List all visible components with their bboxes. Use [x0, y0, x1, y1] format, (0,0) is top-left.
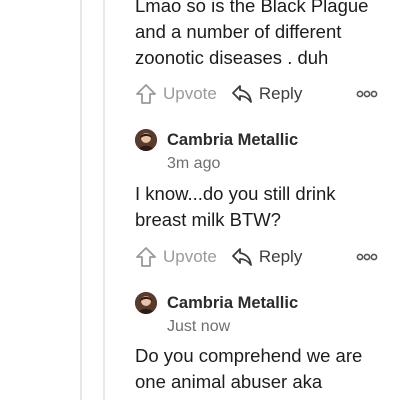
more-options-button[interactable]: [356, 249, 378, 269]
comment-timestamp: Just now: [167, 318, 231, 335]
comment-header: Cambria Metallic: [135, 291, 298, 315]
comment-actions: Upvote Reply: [135, 244, 380, 270]
comment-timestamp: 3m ago: [167, 155, 221, 172]
upvote-arrow-icon: [136, 84, 156, 104]
user-avatar[interactable]: [135, 292, 157, 314]
reply-label: Reply: [258, 84, 303, 103]
avatar-image: [135, 129, 157, 151]
comment-text: I know...do you still drink breast milk …: [135, 183, 336, 230]
upvote-label: Upvote: [163, 84, 217, 103]
author-name[interactable]: Cambria Metallic: [167, 294, 298, 313]
upvote-arrow-icon: [136, 247, 156, 267]
comment-thread: Lmao so is the Black Plague and a number…: [0, 0, 400, 400]
avatar-image: [135, 292, 157, 314]
comment-text: Lmao so is the Black Plague and a number…: [135, 0, 369, 68]
more-options-icon: [356, 253, 378, 261]
author-name[interactable]: Cambria Metallic: [167, 131, 298, 150]
user-avatar[interactable]: [135, 129, 157, 151]
comment-actions: Upvote Reply: [135, 81, 380, 107]
reply-button[interactable]: Reply: [231, 83, 302, 105]
thread-line-inner: [103, 0, 105, 400]
reply-arrow-icon: [231, 85, 252, 103]
reply-arrow-icon: [231, 248, 252, 266]
upvote-button[interactable]: Upvote: [135, 83, 217, 105]
comment-header: Cambria Metallic: [135, 128, 298, 152]
comment-text: Do you comprehend we are one animal abus…: [135, 345, 363, 392]
upvote-button[interactable]: Upvote: [135, 246, 217, 268]
more-options-icon: [356, 90, 378, 98]
upvote-label: Upvote: [163, 247, 217, 266]
reply-button[interactable]: Reply: [231, 246, 302, 268]
thread-line-outer: [80, 0, 82, 400]
reply-label: Reply: [258, 247, 303, 266]
more-options-button[interactable]: [356, 86, 378, 106]
